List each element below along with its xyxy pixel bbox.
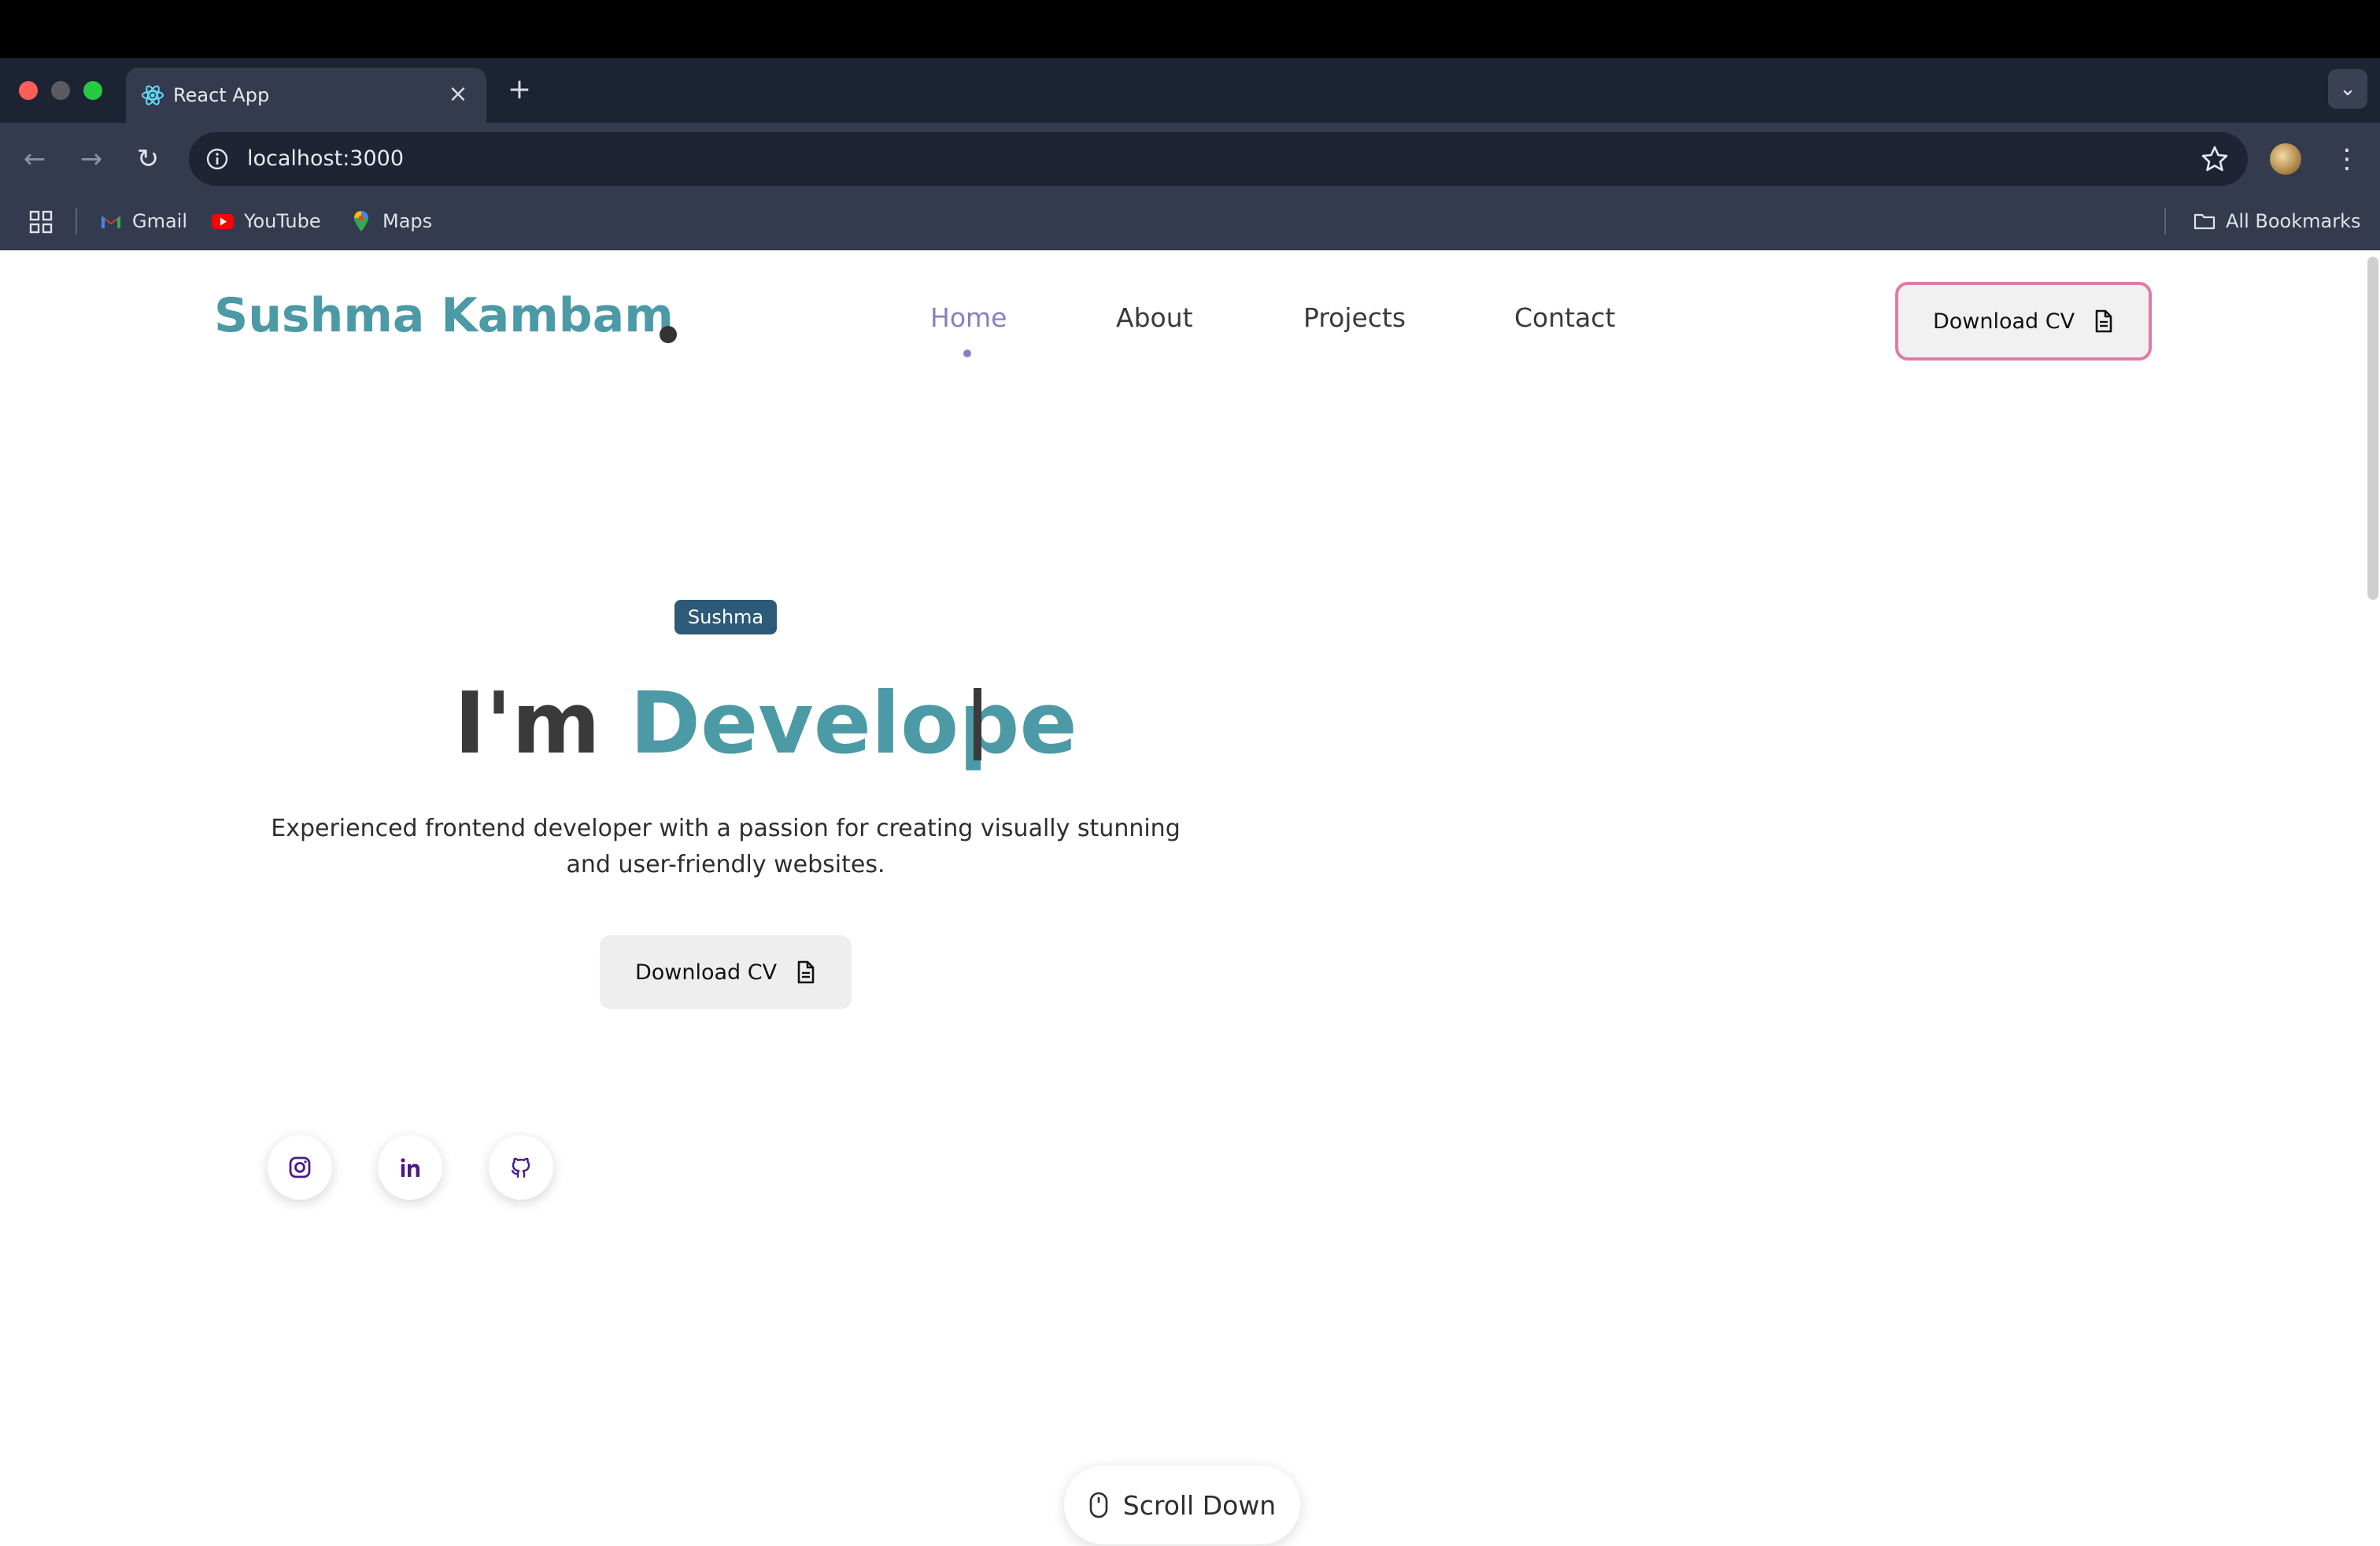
bookmark-gmail[interactable]: Gmail: [99, 208, 187, 235]
bookmarks-divider-right: [2164, 208, 2166, 235]
tab-search-button[interactable]: ⌄: [2328, 69, 2367, 109]
document-icon: [797, 960, 815, 984]
bookmark-maps[interactable]: Maps: [349, 208, 432, 235]
mouse-icon: [1089, 1492, 1108, 1518]
address-bar[interactable]: localhost:3000: [189, 132, 2248, 186]
maps-icon: [354, 211, 368, 231]
apps-grid-icon[interactable]: [28, 209, 54, 235]
all-bookmarks-label: All Bookmarks: [2226, 210, 2361, 232]
github-button[interactable]: [489, 1135, 553, 1200]
site-logo[interactable]: Sushma Kambam: [214, 288, 674, 343]
header-download-cv-label: Download CV: [1932, 309, 2075, 334]
hero-heading: I'm Develope: [454, 677, 1077, 771]
nav-projects[interactable]: Projects: [1303, 302, 1406, 333]
bookmark-youtube[interactable]: YouTube: [211, 208, 321, 235]
linkedin-icon: [401, 1158, 419, 1177]
folder-icon: [2193, 213, 2216, 230]
youtube-icon: [212, 214, 234, 229]
reload-icon[interactable]: ↻: [131, 142, 165, 176]
linkedin-button[interactable]: [378, 1135, 442, 1200]
document-icon: [2095, 309, 2112, 333]
forward-arrow-icon[interactable]: →: [74, 142, 109, 176]
hero-description: Experienced frontend developer with a pa…: [271, 815, 1181, 878]
maximize-window-button[interactable]: [83, 81, 102, 100]
page-content: [0, 250, 2380, 1546]
github-icon: [511, 1157, 530, 1178]
bookmark-label: Gmail: [132, 210, 188, 232]
name-badge: Sushma: [674, 600, 777, 634]
react-atom-icon: [142, 85, 164, 105]
scroll-down-button[interactable]: Scroll Down: [1064, 1466, 1300, 1544]
scrollbar-thumb[interactable]: [2367, 257, 2378, 600]
hero-prefix: I'm: [454, 675, 630, 773]
instagram-icon: [289, 1156, 311, 1178]
hero-typed-word: Develope: [630, 675, 1077, 773]
profile-avatar[interactable]: [2270, 143, 2301, 175]
minimize-window-button[interactable]: [51, 81, 70, 100]
tab-title: React App: [173, 84, 270, 106]
nav-contact[interactable]: Contact: [1514, 302, 1615, 333]
instagram-button[interactable]: [268, 1135, 332, 1200]
scroll-down-label: Scroll Down: [1122, 1489, 1277, 1521]
close-window-button[interactable]: [19, 81, 38, 100]
gmail-icon: [102, 216, 120, 228]
typing-cursor: [974, 688, 981, 760]
url-text[interactable]: localhost:3000: [247, 144, 404, 174]
nav-about[interactable]: About: [1116, 302, 1193, 333]
macos-menu-bar: [0, 0, 2380, 58]
hero-download-cv-button[interactable]: Download CV: [600, 935, 852, 1009]
tab-close-icon[interactable]: ×: [444, 80, 472, 109]
header-download-cv-button[interactable]: Download CV: [1895, 282, 2152, 361]
nav-active-indicator: [963, 350, 971, 357]
back-arrow-icon[interactable]: ←: [17, 142, 52, 176]
new-tab-button[interactable]: +: [504, 74, 535, 105]
browser-menu-icon[interactable]: ⋮: [2331, 142, 2363, 176]
nav-home[interactable]: Home: [930, 302, 1007, 333]
hero-download-cv-label: Download CV: [634, 960, 778, 985]
browser-tab[interactable]: React App ×: [126, 68, 486, 123]
site-info-icon[interactable]: [205, 146, 230, 172]
bookmark-label: Maps: [382, 210, 433, 232]
bookmark-star-icon[interactable]: [2199, 143, 2230, 175]
bookmarks-divider: [76, 208, 77, 235]
bookmark-label: YouTube: [244, 210, 321, 232]
all-bookmarks-button[interactable]: All Bookmarks: [2193, 208, 2360, 235]
logo-dot: [660, 326, 677, 343]
